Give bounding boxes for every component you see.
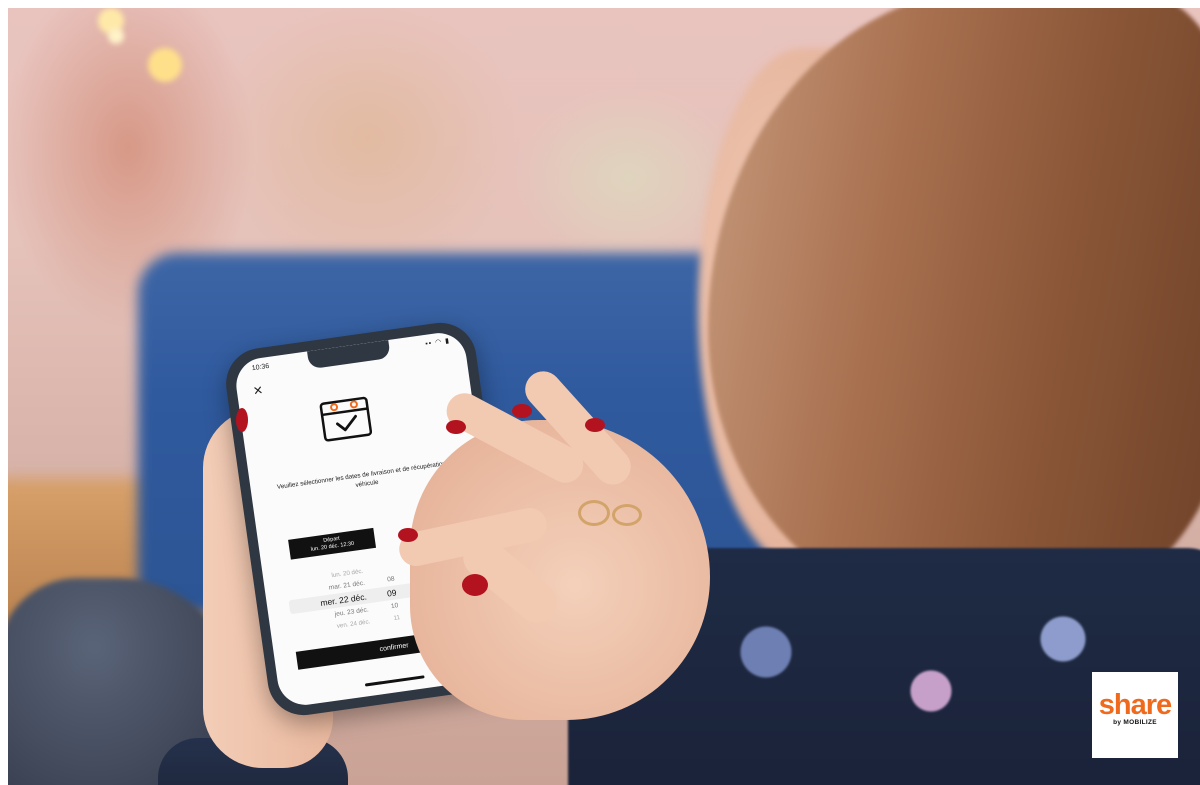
home-indicator <box>364 675 425 687</box>
status-icons: ▪▪ ◠ ▮ <box>424 337 451 348</box>
close-icon: ✕ <box>252 382 265 399</box>
bokeh-light <box>108 28 124 44</box>
logo-word: share <box>1098 689 1172 721</box>
picker-hour: 11 <box>393 614 401 622</box>
status-time: 10:36 <box>251 362 270 373</box>
close-button[interactable]: ✕ <box>252 382 265 399</box>
gold-ring <box>578 500 610 526</box>
fingernail <box>236 408 248 432</box>
fingernail <box>446 420 466 434</box>
fingernail <box>398 528 418 542</box>
calendar-check-icon <box>319 396 373 442</box>
picker-hour <box>369 550 391 553</box>
gold-ring <box>612 504 642 526</box>
share-by-mobilize-logo: share by MOBILIZE <box>1092 672 1178 758</box>
fingernail <box>585 418 605 432</box>
fingernail <box>512 404 532 418</box>
bokeh-light <box>148 48 182 82</box>
fingernail <box>462 574 488 596</box>
